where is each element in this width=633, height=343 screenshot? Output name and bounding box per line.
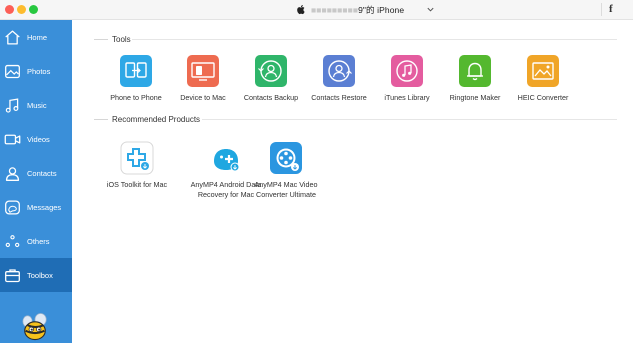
contacts-backup-icon xyxy=(255,55,287,87)
tools-heading-label: Tools xyxy=(112,35,131,44)
sidebar-item-videos[interactable]: Videos xyxy=(0,122,72,156)
minimize-window-button[interactable] xyxy=(17,5,26,14)
sidebar-item-label: Toolbox xyxy=(27,270,53,280)
toolbox-icon xyxy=(5,268,20,282)
sidebar-item-label: Contacts xyxy=(27,168,57,178)
sidebar-item-others[interactable]: Others xyxy=(0,224,72,258)
sidebar-item-label: Messages xyxy=(27,202,62,212)
device-name: ■■■■■■■■■9"的 iPhone xyxy=(311,4,404,16)
contacts-restore-icon xyxy=(323,55,355,87)
sidebar-item-label: Home xyxy=(27,32,48,42)
device-name-suffix: 9"的 iPhone xyxy=(358,4,405,15)
heading-rule xyxy=(94,39,108,40)
contacts-icon xyxy=(5,166,20,181)
bee-mascot-icon xyxy=(22,313,47,341)
photos-icon xyxy=(5,64,20,78)
music-icon xyxy=(5,97,19,113)
apple-icon xyxy=(297,5,305,15)
sidebar-item-label: Photos xyxy=(27,66,51,76)
maximize-window-button[interactable] xyxy=(29,5,38,14)
product-label: AnyMP4 Mac Video Converter Ultimate xyxy=(254,180,318,199)
home-icon xyxy=(5,29,20,45)
tools-divider xyxy=(132,39,617,40)
phone-transfer-icon xyxy=(120,55,152,87)
itunes-library-icon xyxy=(391,55,423,87)
facebook-icon[interactable]: f xyxy=(609,3,613,15)
heading-rule xyxy=(94,119,108,120)
device-to-mac-icon xyxy=(187,55,219,87)
sidebar: Home Photos Music Videos Contacts Messag… xyxy=(0,20,72,343)
sidebar-item-home[interactable]: Home xyxy=(0,20,72,54)
sidebar-item-messages[interactable]: Messages xyxy=(0,190,72,224)
video-converter-icon xyxy=(269,141,303,175)
product-ios-toolkit[interactable]: iOS Toolkit for Mac xyxy=(89,141,185,190)
ios-toolkit-icon xyxy=(120,141,154,175)
chevron-down-icon xyxy=(427,7,434,12)
sidebar-item-label: Music xyxy=(27,100,47,110)
sidebar-item-label: Others xyxy=(27,236,50,246)
product-label: iOS Toolkit for Mac xyxy=(106,180,168,189)
products-heading: Recommended Products xyxy=(94,115,200,124)
products-heading-label: Recommended Products xyxy=(112,115,201,124)
products-divider xyxy=(202,119,617,120)
sidebar-item-contacts[interactable]: Contacts xyxy=(0,156,72,190)
tool-label: HEIC Converter xyxy=(517,93,569,102)
heic-image-icon xyxy=(527,55,559,87)
sidebar-item-music[interactable]: Music xyxy=(0,88,72,122)
sidebar-item-toolbox[interactable]: Toolbox xyxy=(0,258,72,292)
messages-icon xyxy=(5,199,20,215)
product-video-converter[interactable]: AnyMP4 Mac Video Converter Ultimate xyxy=(238,141,334,199)
sidebar-item-photos[interactable]: Photos xyxy=(0,54,72,88)
title-bar: ■■■■■■■■■9"的 iPhone f xyxy=(0,0,633,20)
device-selector[interactable]: ■■■■■■■■■9"的 iPhone xyxy=(296,1,435,18)
tool-heic-converter[interactable]: HEIC Converter xyxy=(503,55,583,102)
sidebar-item-label: Videos xyxy=(27,134,50,144)
ringtone-bell-icon xyxy=(459,55,491,87)
toolbox-panel: Tools Phone to Phone Device to Mac Conta… xyxy=(72,20,633,343)
close-window-button[interactable] xyxy=(5,5,14,14)
videos-icon xyxy=(4,134,21,144)
titlebar-divider xyxy=(601,3,602,16)
others-icon xyxy=(5,234,20,247)
tools-heading: Tools xyxy=(94,35,131,44)
device-name-masked: ■■■■■■■■■ xyxy=(311,4,359,15)
